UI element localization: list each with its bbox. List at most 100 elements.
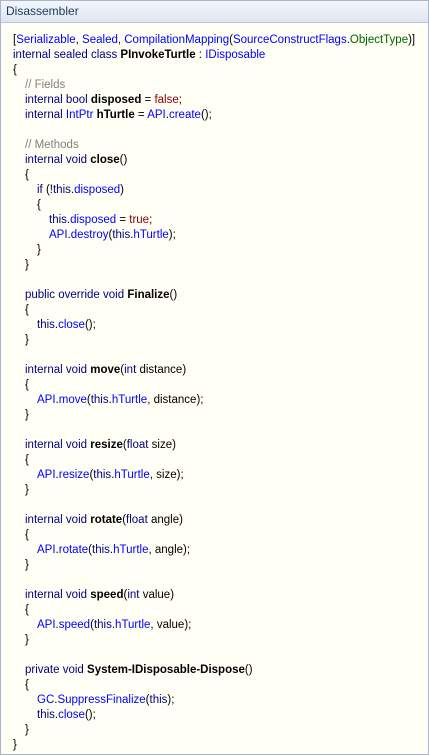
- punct: ();: [200, 109, 212, 121]
- type-api[interactable]: API: [147, 109, 166, 121]
- type-api[interactable]: API: [37, 619, 56, 631]
- punct: );: [168, 229, 176, 241]
- punct: =: [134, 109, 148, 121]
- punct: ): [172, 439, 176, 451]
- type-void: void: [103, 289, 125, 301]
- method-ref-rotate[interactable]: rotate: [59, 544, 88, 556]
- type-float: float: [126, 514, 148, 526]
- brace-open: {: [25, 679, 29, 691]
- method-ref-close[interactable]: close: [58, 709, 85, 721]
- method-ref-resize[interactable]: resize: [59, 469, 90, 481]
- method-decl-dispose: private void System-IDisposable-Dispose(…: [13, 663, 428, 678]
- method-name-dispose[interactable]: System-IDisposable-Dispose: [87, 664, 245, 676]
- method-ref-close[interactable]: close: [58, 319, 85, 331]
- arg-size: size: [156, 469, 177, 481]
- field-name-hturtle[interactable]: hTurtle: [97, 109, 135, 121]
- brace-close: }: [25, 634, 29, 646]
- kw-this: this: [37, 709, 55, 721]
- kw-private: private: [25, 664, 60, 676]
- punct: );: [176, 469, 184, 481]
- kw-internal: internal: [25, 109, 63, 121]
- kw-this: this: [112, 229, 131, 241]
- type-void: void: [65, 154, 88, 166]
- field-ref-disposed[interactable]: disposed: [74, 184, 120, 196]
- attr-serializable[interactable]: Serializable: [16, 34, 75, 46]
- arg-angle: angle: [154, 544, 184, 556]
- method-ref-move[interactable]: move: [59, 394, 87, 406]
- method-ref-create[interactable]: create: [169, 109, 201, 121]
- call-api-resize: API.resize(this.hTurtle, size);: [13, 468, 428, 483]
- param-distance: distance: [139, 364, 183, 376]
- enum-objecttype[interactable]: ObjectType: [350, 34, 408, 46]
- param-size: size: [151, 439, 173, 451]
- method-name-resize[interactable]: resize: [90, 439, 123, 451]
- kw-override: override: [58, 289, 100, 301]
- punct: ): [179, 514, 183, 526]
- punct: ): [182, 364, 187, 376]
- field-ref-hturtle[interactable]: hTurtle: [113, 544, 148, 556]
- interface-idisposable[interactable]: IDisposable: [205, 49, 265, 61]
- method-decl-close: internal void close(): [13, 153, 428, 168]
- brace-open: {: [25, 169, 29, 181]
- method-decl-move: internal void move(int distance): [13, 363, 428, 378]
- punct: ();: [84, 709, 96, 721]
- brace-close: }: [25, 484, 29, 496]
- field-ref-hturtle[interactable]: hTurtle: [115, 619, 150, 631]
- class-brace-close: }: [13, 739, 17, 751]
- disassembler-window: Disassembler [Serializable, Sealed, Comp…: [0, 0, 429, 755]
- if-not-disposed: if (!this.disposed): [13, 183, 428, 198]
- brace-close: }: [25, 559, 29, 571]
- field-ref-hturtle[interactable]: hTurtle: [133, 229, 168, 241]
- punct: ;: [149, 214, 153, 226]
- kw-internal: internal: [25, 589, 63, 601]
- method-name-rotate[interactable]: rotate: [90, 514, 122, 526]
- type-api[interactable]: API: [37, 394, 56, 406]
- field-name-disposed[interactable]: disposed: [91, 94, 141, 106]
- method-name-close[interactable]: close: [90, 154, 119, 166]
- class-name[interactable]: PInvokeTurtle: [120, 49, 195, 61]
- type-void: void: [62, 664, 84, 676]
- kw-this: this: [37, 319, 55, 331]
- kw-public: public: [25, 289, 56, 301]
- method-name-finalize[interactable]: Finalize: [127, 289, 169, 301]
- brace-open: {: [25, 304, 29, 316]
- attr-compilationmapping[interactable]: CompilationMapping: [124, 34, 229, 46]
- window-title: Disassembler: [1, 1, 428, 23]
- kw-this: this: [93, 619, 112, 631]
- brace-open: {: [25, 454, 29, 466]
- field-ref-disposed[interactable]: disposed: [70, 214, 116, 226]
- assign-disposed-true: this.disposed = true;: [13, 213, 428, 228]
- kw-internal: internal: [25, 154, 63, 166]
- class-brace-open: {: [13, 64, 17, 76]
- type-api[interactable]: API: [37, 544, 56, 556]
- call-api-destroy: API.destroy(this.hTurtle);: [13, 228, 428, 243]
- punct: ): [120, 184, 124, 196]
- type-api[interactable]: API: [37, 469, 56, 481]
- type-api[interactable]: API: [49, 229, 68, 241]
- method-decl-finalize: public override void Finalize(): [13, 288, 428, 303]
- call-gc-suppressfinalize: GC.SuppressFinalize(this);: [13, 693, 428, 708]
- method-ref-destroy[interactable]: destroy: [71, 229, 109, 241]
- method-name-speed[interactable]: speed: [90, 589, 123, 601]
- punct: =: [141, 94, 155, 106]
- attr-sealed[interactable]: Sealed: [82, 34, 118, 46]
- punct: )]: [408, 34, 416, 46]
- method-ref-speed[interactable]: speed: [59, 619, 90, 631]
- field-ref-hturtle[interactable]: hTurtle: [114, 469, 149, 481]
- brace-close: }: [25, 409, 29, 421]
- method-name-move[interactable]: move: [90, 364, 120, 376]
- kw-this: this: [93, 469, 112, 481]
- method-ref-suppressfinalize[interactable]: SuppressFinalize: [57, 694, 145, 706]
- kw-this: this: [92, 544, 110, 556]
- type-intptr[interactable]: IntPtr: [66, 109, 93, 121]
- type-gc[interactable]: GC: [37, 694, 54, 706]
- call-api-move: API.move(this.hTurtle, distance);: [13, 393, 428, 408]
- type-void: void: [65, 439, 88, 451]
- kw-this: this: [52, 184, 71, 196]
- param-value: value: [142, 589, 171, 601]
- punct: ();: [84, 319, 96, 331]
- field-ref-hturtle[interactable]: hTurtle: [112, 394, 147, 406]
- type-sourceconstructflags[interactable]: SourceConstructFlags: [233, 34, 347, 46]
